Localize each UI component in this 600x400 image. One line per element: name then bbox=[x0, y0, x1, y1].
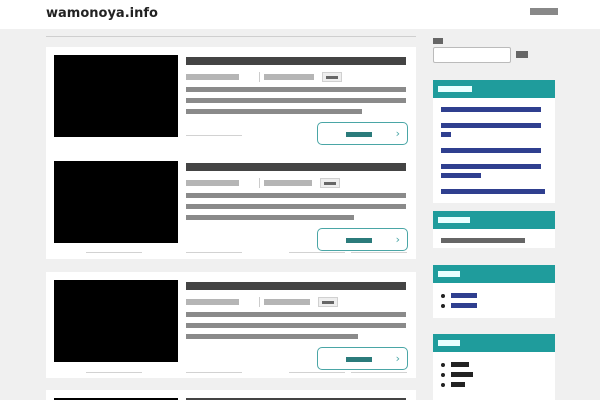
widget-heading-label bbox=[438, 86, 472, 92]
post-category-tag[interactable] bbox=[322, 72, 342, 82]
search-input[interactable] bbox=[433, 47, 511, 63]
archive-link[interactable] bbox=[451, 303, 477, 308]
chevron-right-icon: › bbox=[395, 233, 400, 246]
meta-divider bbox=[259, 178, 260, 188]
archive-link[interactable] bbox=[451, 293, 477, 298]
category-item[interactable] bbox=[441, 372, 547, 377]
post-thumbnail[interactable] bbox=[54, 55, 178, 137]
post-thumbnail[interactable] bbox=[54, 280, 178, 362]
card-footer-rule bbox=[46, 135, 416, 136]
post-updated-date bbox=[264, 180, 312, 186]
post-date bbox=[186, 180, 239, 186]
read-more-button[interactable]: › bbox=[317, 347, 408, 370]
post-updated-date bbox=[264, 299, 310, 305]
post-date bbox=[186, 74, 239, 80]
recent-post-link-wrap[interactable] bbox=[441, 132, 451, 137]
widget-heading-label bbox=[438, 340, 460, 346]
search-button[interactable] bbox=[516, 51, 528, 58]
post-category-tag[interactable] bbox=[320, 178, 340, 188]
archive-item[interactable] bbox=[441, 293, 547, 298]
post-category-tag[interactable] bbox=[318, 297, 338, 307]
widget-recent-comments bbox=[433, 211, 555, 248]
widget-heading-label bbox=[438, 217, 470, 223]
search-label bbox=[433, 38, 443, 44]
post-card: › bbox=[46, 47, 416, 153]
chevron-right-icon: › bbox=[395, 352, 400, 365]
category-item[interactable] bbox=[441, 362, 547, 367]
widget-heading-label bbox=[438, 271, 460, 277]
header-nav-link[interactable] bbox=[530, 8, 558, 15]
site-header: wamonoya.info bbox=[0, 0, 600, 29]
meta-divider bbox=[259, 297, 260, 307]
post-title[interactable] bbox=[186, 163, 406, 171]
post-card: › bbox=[46, 272, 416, 378]
widget-archives bbox=[433, 265, 555, 318]
widget-heading bbox=[433, 211, 555, 229]
chevron-right-icon: › bbox=[395, 127, 400, 140]
post-excerpt bbox=[186, 312, 408, 345]
widget-heading bbox=[433, 265, 555, 283]
post-title[interactable] bbox=[186, 282, 406, 290]
post-meta bbox=[186, 178, 366, 188]
category-item[interactable] bbox=[441, 382, 547, 387]
recent-post-link[interactable] bbox=[441, 164, 541, 169]
post-card: › bbox=[46, 153, 416, 259]
category-link[interactable] bbox=[451, 382, 465, 387]
post-excerpt bbox=[186, 87, 408, 120]
post-title[interactable] bbox=[186, 57, 406, 65]
no-comments-text bbox=[441, 238, 525, 243]
post-thumbnail[interactable] bbox=[54, 161, 178, 243]
meta-divider bbox=[259, 72, 260, 82]
archive-item[interactable] bbox=[441, 303, 547, 308]
card-footer-rule bbox=[46, 372, 416, 373]
post-updated-date bbox=[264, 74, 314, 80]
site-title[interactable]: wamonoya.info bbox=[46, 6, 158, 21]
post-date bbox=[186, 299, 239, 305]
read-more-button[interactable]: › bbox=[317, 122, 408, 145]
widget-categories bbox=[433, 334, 555, 400]
category-link[interactable] bbox=[451, 372, 473, 377]
post-card bbox=[46, 390, 416, 400]
recent-post-link-wrap[interactable] bbox=[441, 173, 481, 178]
category-link[interactable] bbox=[451, 362, 469, 367]
post-meta bbox=[186, 297, 366, 307]
recent-post-link[interactable] bbox=[441, 148, 541, 153]
card-footer-rule bbox=[46, 252, 416, 253]
read-more-button[interactable]: › bbox=[317, 228, 408, 251]
recent-post-link[interactable] bbox=[441, 189, 545, 194]
content-top-divider bbox=[46, 36, 416, 37]
recent-post-link[interactable] bbox=[441, 107, 541, 112]
post-meta bbox=[186, 72, 366, 82]
read-more-label bbox=[346, 357, 372, 362]
recent-post-link[interactable] bbox=[441, 123, 541, 128]
post-excerpt bbox=[186, 193, 408, 226]
read-more-label bbox=[346, 238, 372, 243]
widget-heading bbox=[433, 334, 555, 352]
widget-heading bbox=[433, 80, 555, 98]
widget-recent-posts bbox=[433, 80, 555, 203]
